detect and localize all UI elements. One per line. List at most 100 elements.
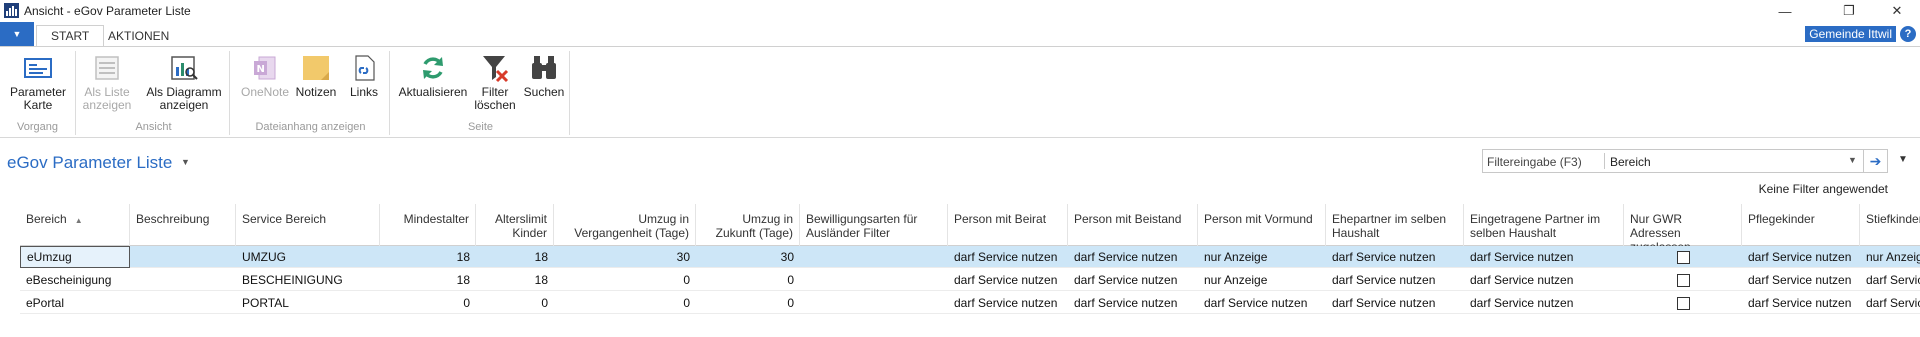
cell-mindestalter[interactable]: 18 — [380, 269, 476, 291]
cell-beirat[interactable]: darf Service nutzen — [948, 292, 1068, 314]
col-service-bereich[interactable]: Service Bereich — [236, 204, 380, 246]
cell-service-bereich[interactable]: UMZUG — [236, 246, 380, 268]
cell-bewilligungsarten[interactable] — [800, 246, 948, 268]
company-badge[interactable]: Gemeinde Ittwil — [1805, 26, 1896, 42]
cell-beirat[interactable]: darf Service nutzen — [948, 269, 1068, 291]
list-view-icon — [91, 53, 123, 83]
cell-service-bereich[interactable]: PORTAL — [236, 292, 380, 314]
cell-gwr — [1624, 269, 1742, 291]
group-label-ansicht: Ansicht — [135, 121, 172, 133]
chevron-down-icon: ▼ — [12, 29, 22, 39]
page-title-chevron-icon[interactable]: ▼ — [181, 157, 190, 167]
cell-umzug-vergangenheit[interactable]: 30 — [554, 246, 696, 268]
cell-beirat[interactable]: darf Service nutzen — [948, 246, 1068, 268]
cell-bereich[interactable]: ePortal — [20, 292, 130, 314]
cell-stiefkinder[interactable]: darf Service nutzen — [1860, 292, 1920, 314]
cell-beschreibung[interactable] — [130, 269, 236, 291]
cell-stiefkinder[interactable]: darf Service nutzen — [1860, 269, 1920, 291]
onenote-icon: N — [249, 53, 281, 83]
cell-ehepartner[interactable]: darf Service nutzen — [1326, 246, 1464, 268]
cell-umzug-zukunft[interactable]: 0 — [696, 269, 800, 291]
cell-umzug-zukunft[interactable]: 0 — [696, 292, 800, 314]
col-bewilligungsarten[interactable]: Bewilligungsarten für Ausländer Filter — [800, 204, 948, 246]
cell-bewilligungsarten[interactable] — [800, 269, 948, 291]
cell-service-bereich[interactable]: BESCHEINIGUNG — [236, 269, 380, 291]
links-button[interactable]: Links — [342, 53, 386, 99]
refresh-icon — [417, 53, 449, 83]
chart-view-icon — [168, 53, 200, 83]
col-beschreibung[interactable]: Beschreibung — [130, 204, 236, 246]
col-beirat[interactable]: Person mit Beirat — [948, 204, 1068, 246]
close-button[interactable]: ✕ — [1874, 0, 1920, 22]
filter-status: Keine Filter angewendet — [1758, 182, 1888, 196]
col-beistand[interactable]: Person mit Beistand — [1068, 204, 1198, 246]
col-pflegekinder[interactable]: Pflegekinder — [1742, 204, 1860, 246]
chevron-down-icon[interactable]: ▼ — [1848, 155, 1857, 165]
filter-loeschen-button[interactable]: Filter löschen — [470, 53, 520, 112]
help-icon[interactable]: ? — [1900, 26, 1916, 42]
ribbon-group-vorgang: Parameter Karte Vorgang — [0, 51, 76, 135]
cell-bewilligungsarten[interactable] — [800, 292, 948, 314]
apply-filter-arrow-icon[interactable]: ➔ — [1864, 149, 1888, 173]
cell-stiefkinder[interactable]: nur Anzeige — [1860, 246, 1920, 268]
cell-mindestalter[interactable]: 0 — [380, 292, 476, 314]
cell-vormund[interactable]: nur Anzeige — [1198, 269, 1326, 291]
gwr-checkbox[interactable] — [1676, 274, 1690, 287]
cell-umzug-vergangenheit[interactable]: 0 — [554, 269, 696, 291]
tab-aktionen[interactable]: AKTIONEN — [94, 25, 183, 46]
cell-beistand[interactable]: darf Service nutzen — [1068, 292, 1198, 314]
col-stiefkinder[interactable]: Stiefkinder — [1860, 204, 1920, 246]
als-diagramm-button[interactable]: Als Diagramm anzeigen — [140, 53, 228, 112]
table-row[interactable]: ePortal PORTAL 0 0 0 0 darf Service nutz… — [20, 292, 1920, 314]
cell-beschreibung[interactable] — [130, 246, 236, 268]
minimize-button[interactable]: — — [1762, 0, 1808, 22]
table-row[interactable]: eUmzug UMZUG 18 18 30 30 darf Service nu… — [20, 246, 1920, 268]
cell-eingetragene[interactable]: darf Service nutzen — [1464, 292, 1624, 314]
cell-bereich[interactable]: eBescheinigung — [20, 269, 130, 291]
restore-button[interactable]: ❐ — [1826, 0, 1872, 22]
cell-alterslimit[interactable]: 18 — [476, 269, 554, 291]
ribbon-group-dateianhang: N OneNote Notizen Links Dateianhang anze… — [232, 51, 390, 135]
suchen-button[interactable]: Suchen — [520, 53, 568, 99]
col-eingetragene[interactable]: Eingetragene Partner im selben Haushalt — [1464, 204, 1624, 246]
cell-vormund[interactable]: nur Anzeige — [1198, 246, 1326, 268]
cell-mindestalter[interactable]: 18 — [380, 246, 476, 268]
cell-pflegekinder[interactable]: darf Service nutzen — [1742, 269, 1860, 291]
table-row[interactable]: eBescheinigung BESCHEINIGUNG 18 18 0 0 d… — [20, 269, 1920, 291]
cell-umzug-zukunft[interactable]: 30 — [696, 246, 800, 268]
notizen-button[interactable]: Notizen — [294, 53, 338, 99]
col-umzug-vergangenheit[interactable]: Umzug in Vergangenheit (Tage) — [554, 204, 696, 246]
gwr-checkbox[interactable] — [1676, 251, 1690, 264]
aktualisieren-button[interactable]: Aktualisieren — [398, 53, 468, 99]
parameter-karte-button[interactable]: Parameter Karte — [8, 53, 68, 112]
page-title[interactable]: eGov Parameter Liste — [7, 153, 172, 173]
col-bereich[interactable]: Bereich ▲ — [20, 204, 130, 246]
app-menu-button[interactable]: ▼ — [0, 22, 34, 46]
cell-umzug-vergangenheit[interactable]: 0 — [554, 292, 696, 314]
cell-eingetragene[interactable]: darf Service nutzen — [1464, 269, 1624, 291]
cell-bereich[interactable]: eUmzug — [20, 246, 130, 268]
cell-vormund[interactable]: darf Service nutzen — [1198, 292, 1326, 314]
collapse-chevron-icon[interactable]: ▼ — [1898, 154, 1908, 165]
gwr-checkbox[interactable] — [1676, 297, 1690, 310]
cell-eingetragene[interactable]: darf Service nutzen — [1464, 246, 1624, 268]
cell-alterslimit[interactable]: 0 — [476, 292, 554, 314]
col-vormund[interactable]: Person mit Vormund — [1198, 204, 1326, 246]
cell-pflegekinder[interactable]: darf Service nutzen — [1742, 292, 1860, 314]
col-alterslimit[interactable]: Alterslimit Kinder — [476, 204, 554, 246]
cell-beistand[interactable]: darf Service nutzen — [1068, 246, 1198, 268]
cell-alterslimit[interactable]: 18 — [476, 246, 554, 268]
cell-ehepartner[interactable]: darf Service nutzen — [1326, 292, 1464, 314]
cell-beistand[interactable]: darf Service nutzen — [1068, 269, 1198, 291]
filter-field-select[interactable]: Bereich — [1610, 155, 1651, 169]
col-gwr[interactable]: Nur GWR Adressenzugelassen — [1624, 204, 1742, 254]
window-title: Ansicht - eGov Parameter Liste — [24, 4, 191, 18]
filter-input[interactable]: Filtereingabe (F3) Bereich ▼ — [1482, 149, 1864, 173]
cell-pflegekinder[interactable]: darf Service nutzen — [1742, 246, 1860, 268]
col-ehepartner[interactable]: Ehepartner im selben Haushalt — [1326, 204, 1464, 246]
cell-beschreibung[interactable] — [130, 292, 236, 314]
ribbon-tabs: ▼ START AKTIONEN Gemeinde Ittwil ? — [0, 22, 1920, 46]
cell-ehepartner[interactable]: darf Service nutzen — [1326, 269, 1464, 291]
col-mindestalter[interactable]: Mindestalter — [380, 204, 476, 246]
col-umzug-zukunft[interactable]: Umzug in Zukunft (Tage) — [696, 204, 800, 246]
